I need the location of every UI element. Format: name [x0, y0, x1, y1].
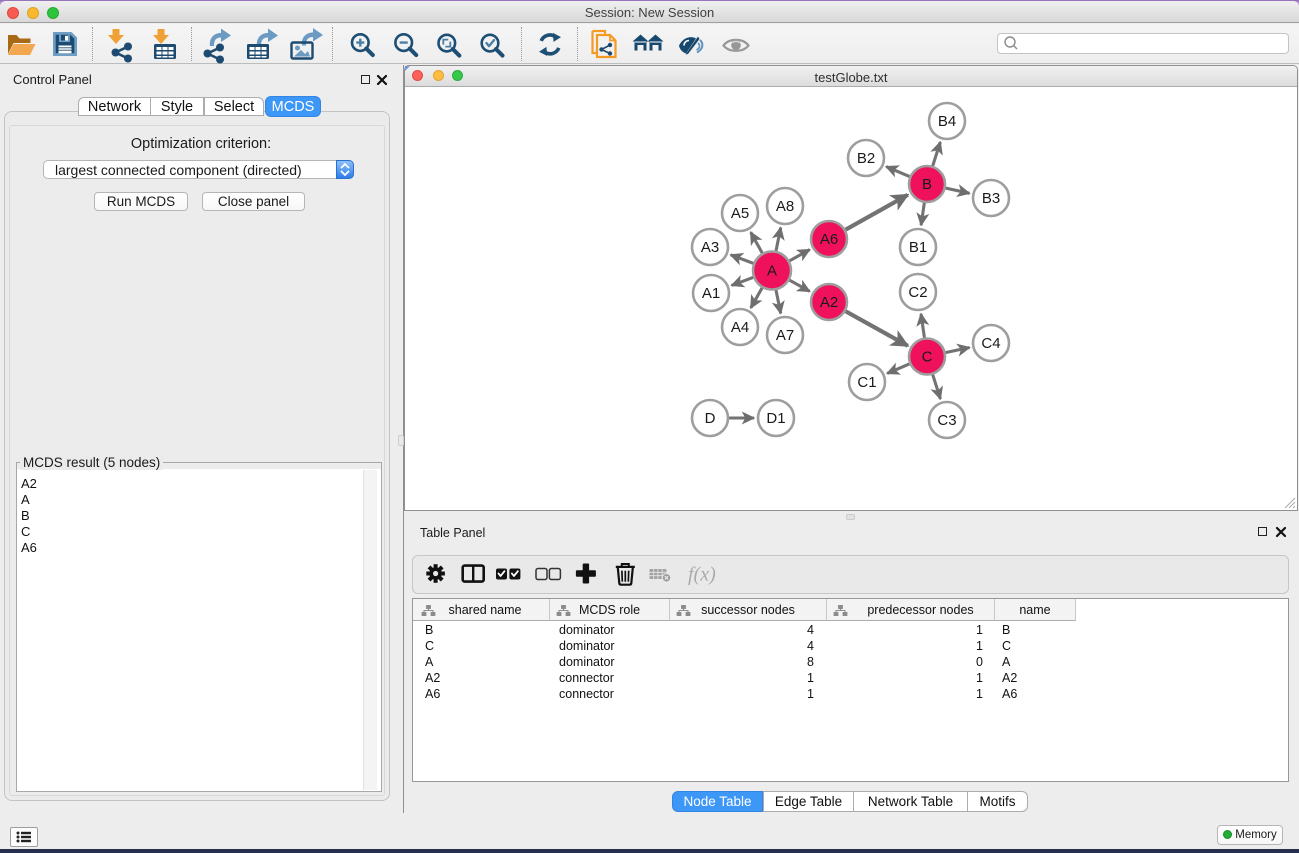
svg-text:A3: A3: [701, 239, 719, 256]
svg-text:D: D: [705, 410, 716, 427]
svg-text:A5: A5: [731, 205, 749, 222]
svg-text:B: B: [922, 176, 932, 193]
svg-text:A6: A6: [820, 231, 838, 248]
svg-text:D1: D1: [766, 410, 785, 427]
svg-text:A8: A8: [776, 198, 794, 215]
svg-text:f(x): f(x): [688, 564, 716, 586]
svg-text:B1: B1: [909, 239, 927, 256]
svg-text:B2: B2: [857, 150, 875, 167]
svg-text:A: A: [767, 263, 777, 280]
svg-text:A2: A2: [820, 294, 838, 311]
svg-text:B3: B3: [982, 190, 1000, 207]
svg-text:A7: A7: [776, 327, 794, 344]
svg-text:C2: C2: [908, 284, 927, 301]
svg-text:B4: B4: [938, 113, 956, 130]
svg-text:C: C: [922, 349, 933, 366]
svg-text:A1: A1: [702, 285, 720, 302]
svg-text:C1: C1: [857, 374, 876, 391]
svg-text:C3: C3: [937, 412, 956, 429]
svg-text:A4: A4: [731, 319, 749, 336]
svg-text:C4: C4: [981, 335, 1000, 352]
